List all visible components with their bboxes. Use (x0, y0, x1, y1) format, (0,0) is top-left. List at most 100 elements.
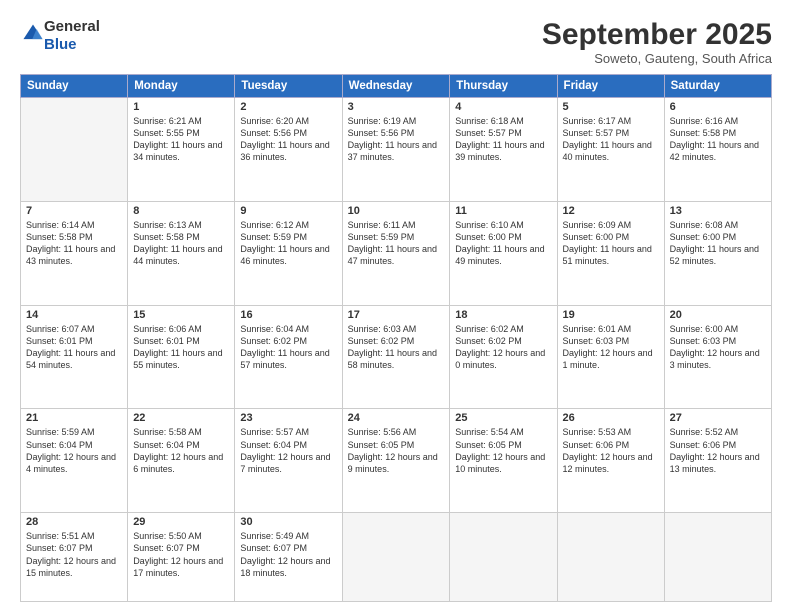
calendar-cell: 29 Sunrise: 5:50 AMSunset: 6:07 PMDayligh… (128, 513, 235, 602)
calendar-cell: 22Sunrise: 5:58 AMSunset: 6:04 PMDayligh… (128, 409, 235, 513)
day-number: 6 (670, 101, 766, 113)
location-subtitle: Soweto, Gauteng, South Africa (542, 51, 772, 66)
day-number: 11 (455, 205, 551, 217)
cell-info: Sunrise: 6:20 AMSunset: 5:56 PMDaylight:… (240, 115, 336, 164)
calendar-cell (450, 513, 557, 602)
cell-info: Sunrise: 5:57 AMSunset: 6:04 PMDaylight:… (240, 426, 336, 475)
calendar-week-4: 21 Sunrise: 5:59 AMSunset: 6:04 PMDayligh… (21, 409, 772, 513)
day-number: 17 (348, 309, 445, 321)
cell-info: Sunrise: 6:06 AMSunset: 6:01 PMDaylight:… (133, 323, 229, 372)
calendar-cell: 16 Sunrise: 6:04 AMSunset: 6:02 PMDayligh… (235, 305, 342, 409)
calendar-week-5: 28 Sunrise: 5:51 AMSunset: 6:07 PMDayligh… (21, 513, 772, 602)
calendar-cell: 10 Sunrise: 6:11 AMSunset: 5:59 PMDayligh… (342, 201, 450, 305)
day-number: 13 (670, 205, 766, 217)
cell-info: Sunrise: 6:13 AMSunset: 5:58 PMDaylight:… (133, 219, 229, 268)
cell-info: Sunrise: 5:51 AMSunset: 6:07 PMDaylight:… (26, 530, 122, 579)
cell-info: Sunrise: 6:16 AMSunset: 5:58 PMDaylight:… (670, 115, 766, 164)
title-block: September 2025 Soweto, Gauteng, South Af… (542, 18, 772, 66)
cell-info: Sunrise: 6:03 AMSunset: 6:02 PMDaylight:… (348, 323, 445, 372)
calendar-cell: 7Sunrise: 6:14 AMSunset: 5:58 PMDaylight… (21, 201, 128, 305)
day-number: 27 (670, 412, 766, 424)
logo-blue: Blue (44, 36, 100, 54)
calendar-cell: 17 Sunrise: 6:03 AMSunset: 6:02 PMDayligh… (342, 305, 450, 409)
day-number: 24 (348, 412, 445, 424)
cell-info: Sunrise: 5:59 AMSunset: 6:04 PMDaylight:… (26, 426, 122, 475)
calendar-cell: 28 Sunrise: 5:51 AMSunset: 6:07 PMDayligh… (21, 513, 128, 602)
calendar-cell: 14Sunrise: 6:07 AMSunset: 6:01 PMDayligh… (21, 305, 128, 409)
calendar-header-row: SundayMondayTuesdayWednesdayThursdayFrid… (21, 75, 772, 98)
day-number: 7 (26, 205, 122, 217)
logo-icon (22, 23, 44, 45)
calendar-cell: 27 Sunrise: 5:52 AMSunset: 6:06 PMDayligh… (664, 409, 771, 513)
cell-info: Sunrise: 6:04 AMSunset: 6:02 PMDaylight:… (240, 323, 336, 372)
cell-info: Sunrise: 6:10 AMSunset: 6:00 PMDaylight:… (455, 219, 551, 268)
calendar-cell: 25Sunrise: 5:54 AMSunset: 6:05 PMDayligh… (450, 409, 557, 513)
logo-text: General Blue (44, 18, 100, 54)
calendar-week-1: 1Sunrise: 6:21 AMSunset: 5:55 PMDaylight… (21, 98, 772, 202)
column-header-saturday: Saturday (664, 75, 771, 98)
logo: General Blue (20, 18, 100, 54)
day-number: 23 (240, 412, 336, 424)
cell-info: Sunrise: 5:49 AMSunset: 6:07 PMDaylight:… (240, 530, 336, 579)
day-number: 14 (26, 309, 122, 321)
calendar-cell: 9 Sunrise: 6:12 AMSunset: 5:59 PMDaylight… (235, 201, 342, 305)
calendar-cell (664, 513, 771, 602)
calendar-cell: 1Sunrise: 6:21 AMSunset: 5:55 PMDaylight… (128, 98, 235, 202)
calendar-cell: 30 Sunrise: 5:49 AMSunset: 6:07 PMDayligh… (235, 513, 342, 602)
day-number: 26 (563, 412, 659, 424)
day-number: 10 (348, 205, 445, 217)
cell-info: Sunrise: 6:19 AMSunset: 5:56 PMDaylight:… (348, 115, 445, 164)
calendar-cell (21, 98, 128, 202)
calendar-cell: 20 Sunrise: 6:00 AMSunset: 6:03 PMDayligh… (664, 305, 771, 409)
cell-info: Sunrise: 5:50 AMSunset: 6:07 PMDaylight:… (133, 530, 229, 579)
calendar-cell: 8Sunrise: 6:13 AMSunset: 5:58 PMDaylight… (128, 201, 235, 305)
column-header-friday: Friday (557, 75, 664, 98)
cell-info: Sunrise: 6:12 AMSunset: 5:59 PMDaylight:… (240, 219, 336, 268)
calendar-cell: 19Sunrise: 6:01 AMSunset: 6:03 PMDayligh… (557, 305, 664, 409)
day-number: 20 (670, 309, 766, 321)
column-header-wednesday: Wednesday (342, 75, 450, 98)
cell-info: Sunrise: 6:18 AMSunset: 5:57 PMDaylight:… (455, 115, 551, 164)
calendar-cell: 23 Sunrise: 5:57 AMSunset: 6:04 PMDayligh… (235, 409, 342, 513)
calendar-cell (557, 513, 664, 602)
day-number: 29 (133, 516, 229, 528)
header: General Blue September 2025 Soweto, Gaut… (20, 18, 772, 66)
calendar-cell: 18 Sunrise: 6:02 AMSunset: 6:02 PMDayligh… (450, 305, 557, 409)
calendar-cell: 4 Sunrise: 6:18 AMSunset: 5:57 PMDaylight… (450, 98, 557, 202)
calendar-table: SundayMondayTuesdayWednesdayThursdayFrid… (20, 74, 772, 602)
day-number: 3 (348, 101, 445, 113)
column-header-sunday: Sunday (21, 75, 128, 98)
calendar-cell: 13 Sunrise: 6:08 AMSunset: 6:00 PMDayligh… (664, 201, 771, 305)
calendar-cell (342, 513, 450, 602)
calendar-week-2: 7Sunrise: 6:14 AMSunset: 5:58 PMDaylight… (21, 201, 772, 305)
day-number: 16 (240, 309, 336, 321)
column-header-tuesday: Tuesday (235, 75, 342, 98)
day-number: 28 (26, 516, 122, 528)
day-number: 5 (563, 101, 659, 113)
cell-info: Sunrise: 5:56 AMSunset: 6:05 PMDaylight:… (348, 426, 445, 475)
cell-info: Sunrise: 6:02 AMSunset: 6:02 PMDaylight:… (455, 323, 551, 372)
calendar-cell: 12Sunrise: 6:09 AMSunset: 6:00 PMDayligh… (557, 201, 664, 305)
day-number: 2 (240, 101, 336, 113)
day-number: 21 (26, 412, 122, 424)
cell-info: Sunrise: 6:11 AMSunset: 5:59 PMDaylight:… (348, 219, 445, 268)
calendar-cell: 21 Sunrise: 5:59 AMSunset: 6:04 PMDayligh… (21, 409, 128, 513)
day-number: 30 (240, 516, 336, 528)
calendar-cell: 26Sunrise: 5:53 AMSunset: 6:06 PMDayligh… (557, 409, 664, 513)
cell-info: Sunrise: 6:00 AMSunset: 6:03 PMDaylight:… (670, 323, 766, 372)
cell-info: Sunrise: 5:54 AMSunset: 6:05 PMDaylight:… (455, 426, 551, 475)
day-number: 4 (455, 101, 551, 113)
cell-info: Sunrise: 6:09 AMSunset: 6:00 PMDaylight:… (563, 219, 659, 268)
column-header-monday: Monday (128, 75, 235, 98)
cell-info: Sunrise: 5:58 AMSunset: 6:04 PMDaylight:… (133, 426, 229, 475)
cell-info: Sunrise: 6:08 AMSunset: 6:00 PMDaylight:… (670, 219, 766, 268)
calendar-cell: 5Sunrise: 6:17 AMSunset: 5:57 PMDaylight… (557, 98, 664, 202)
day-number: 15 (133, 309, 229, 321)
day-number: 9 (240, 205, 336, 217)
cell-info: Sunrise: 5:52 AMSunset: 6:06 PMDaylight:… (670, 426, 766, 475)
calendar-cell: 24 Sunrise: 5:56 AMSunset: 6:05 PMDayligh… (342, 409, 450, 513)
calendar-week-3: 14Sunrise: 6:07 AMSunset: 6:01 PMDayligh… (21, 305, 772, 409)
day-number: 18 (455, 309, 551, 321)
column-header-thursday: Thursday (450, 75, 557, 98)
day-number: 1 (133, 101, 229, 113)
